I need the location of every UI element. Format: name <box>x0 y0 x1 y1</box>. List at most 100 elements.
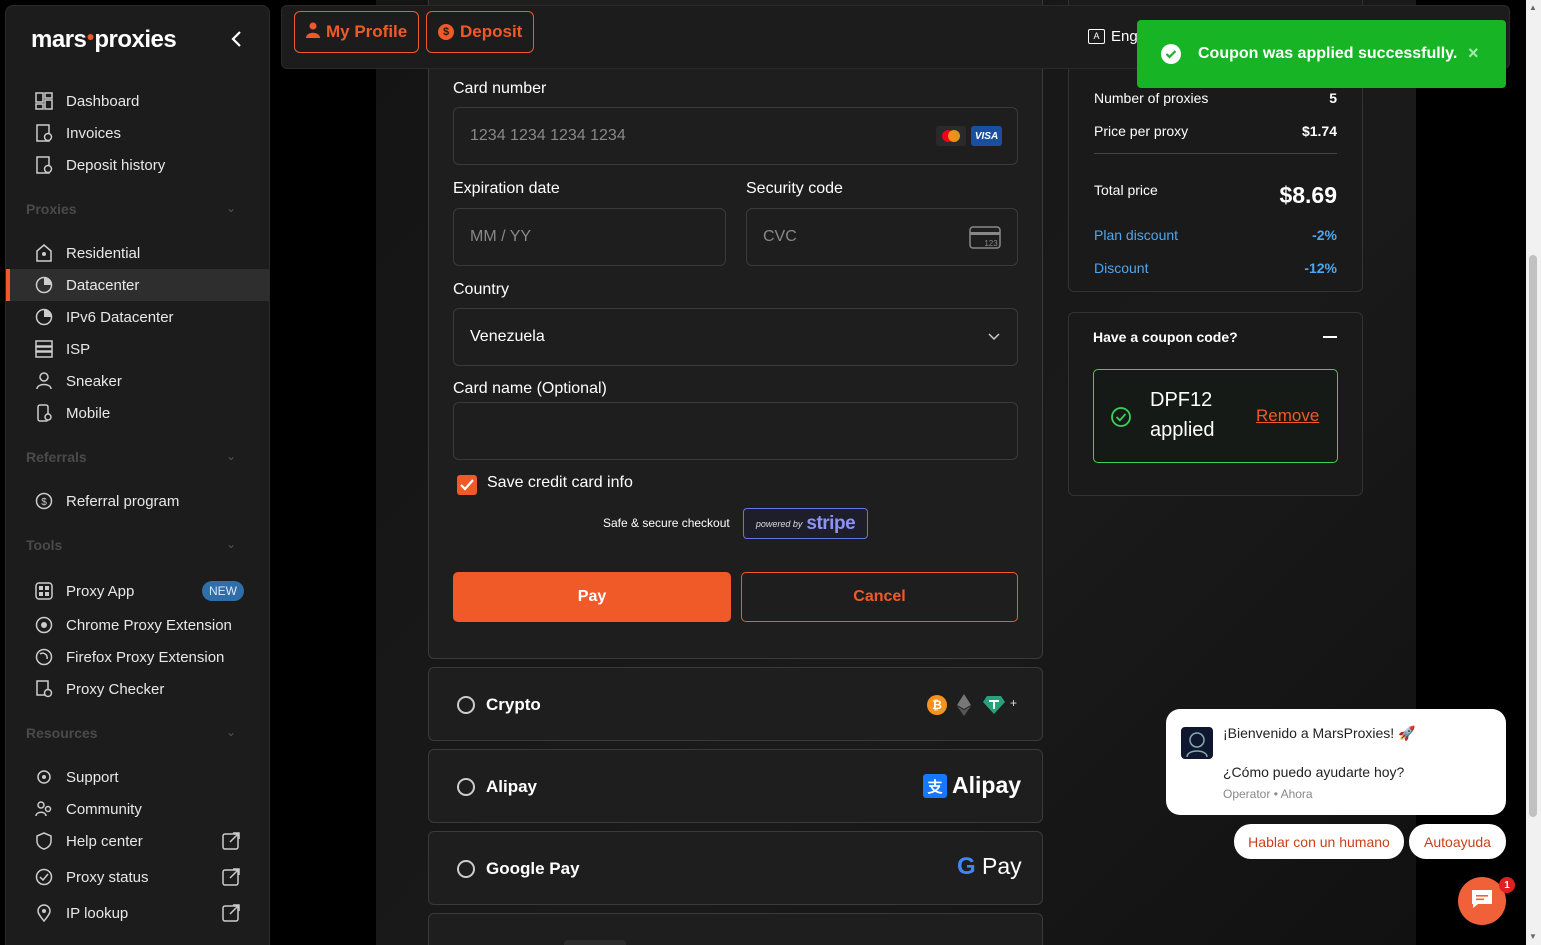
payment-method-google-pay[interactable]: Google Pay G Pay <box>428 831 1043 905</box>
expiration-input[interactable]: MM / YY <box>453 208 726 266</box>
sidebar-item-datacenter[interactable]: Datacenter <box>6 269 269 301</box>
cvc-input[interactable]: CVC 123 <box>746 208 1018 266</box>
total-price-row: Total price $8.69 <box>1094 182 1337 209</box>
sidebar-item-label: Residential <box>66 244 141 262</box>
external-link-icon <box>221 903 241 927</box>
save-card-label[interactable]: Save credit card info <box>487 474 633 492</box>
sidebar-item-dashboard[interactable]: Dashboard <box>6 85 269 117</box>
alipay-logo-text: Alipay <box>952 772 1022 798</box>
operator-avatar <box>1181 727 1213 759</box>
pay-button[interactable]: Pay <box>453 572 731 622</box>
sidebar-item-label: Deposit history <box>66 156 166 174</box>
sidebar-item-label: Datacenter <box>66 276 140 294</box>
logo-text-left: mars <box>31 26 87 53</box>
datacenter-icon <box>35 276 53 294</box>
sidebar-item-label: Proxy App <box>66 582 135 600</box>
deposit-label: Deposit <box>460 22 523 41</box>
chat-option-self-help[interactable]: Autoayuda <box>1409 824 1506 859</box>
cancel-button[interactable]: Cancel <box>741 572 1018 622</box>
sidebar-item-sneaker[interactable]: Sneaker <box>6 365 269 397</box>
chrome-icon <box>35 616 53 634</box>
deposit-button[interactable]: $ Deposit <box>426 11 535 53</box>
svg-text:$: $ <box>41 497 47 508</box>
new-badge: NEW <box>202 581 244 601</box>
sidebar-item-label: Referral program <box>66 492 180 510</box>
expiration-label: Expiration date <box>453 180 560 197</box>
coupon-code: DPF12 <box>1150 389 1213 411</box>
chat-unread-badge: 1 <box>1499 877 1515 893</box>
crypto-radio[interactable] <box>457 696 475 714</box>
sidebar-item-isp[interactable]: ISP <box>6 333 269 365</box>
chevron-left-icon[interactable] <box>230 30 246 50</box>
coupon-status: applied <box>1150 419 1215 441</box>
sidebar-item-chrome-extension[interactable]: Chrome Proxy Extension <box>6 609 269 641</box>
method-badge <box>564 940 626 945</box>
card-number-placeholder: 1234 1234 1234 1234 <box>470 127 626 144</box>
scrollbar-thumb[interactable] <box>1529 255 1537 817</box>
chevron-down-icon[interactable]: ⌄ <box>226 449 236 463</box>
payment-method-more[interactable] <box>428 913 1043 945</box>
sidebar-item-proxy-app[interactable]: Proxy App NEW <box>6 575 269 607</box>
page-root: mars●proxies Dashboard Invoices Deposit … <box>0 0 1541 945</box>
chevron-down-icon[interactable]: ⌄ <box>226 725 236 739</box>
google-pay-radio[interactable] <box>457 860 475 878</box>
sidebar-item-label: Community <box>66 800 142 818</box>
total-price-label: Total price <box>1094 182 1158 198</box>
external-link-icon <box>221 867 241 891</box>
section-resources[interactable]: Resources <box>26 725 98 741</box>
summary-divider <box>1094 153 1337 154</box>
card-name-input[interactable] <box>453 402 1018 460</box>
sidebar-item-label: IP lookup <box>66 904 129 922</box>
scroll-down-arrow[interactable]: ▼ <box>1529 932 1537 941</box>
sidebar-item-label: Mobile <box>66 404 111 422</box>
chevron-down-icon[interactable]: ⌄ <box>226 201 236 215</box>
powered-by-text: powered by <box>755 518 803 529</box>
sidebar-item-help-center[interactable]: Help center <box>6 825 269 857</box>
save-card-checkbox[interactable] <box>457 475 477 495</box>
google-pay-label: Google Pay <box>486 859 580 878</box>
section-tools[interactable]: Tools <box>26 537 62 553</box>
number-of-proxies-row: Number of proxies 5 <box>1094 90 1337 106</box>
sidebar-item-ip-lookup[interactable]: IP lookup <box>6 897 269 929</box>
scroll-up-arrow[interactable]: ▲ <box>1529 3 1537 12</box>
sidebar-item-referral-program[interactable]: $ Referral program <box>6 485 269 517</box>
chat-option-human[interactable]: Hablar con un humano <box>1234 824 1404 859</box>
alipay-label: Alipay <box>486 777 538 796</box>
sidebar-item-invoices[interactable]: Invoices <box>6 117 269 149</box>
sidebar-item-mobile[interactable]: Mobile <box>6 397 269 429</box>
ethereum-icon <box>957 694 971 721</box>
chevron-down-icon[interactable]: ⌄ <box>226 537 236 551</box>
dollar-icon: $ <box>438 24 454 40</box>
mastercard-icon <box>936 126 966 146</box>
stripe-logo: stripe <box>806 512 856 534</box>
logo[interactable]: mars●proxies <box>31 26 177 54</box>
sidebar-item-proxy-checker[interactable]: Proxy Checker <box>6 673 269 705</box>
sidebar-item-firefox-extension[interactable]: Firefox Proxy Extension <box>6 641 269 673</box>
language-label: Eng <box>1111 28 1138 45</box>
sidebar-item-residential[interactable]: Residential <box>6 237 269 269</box>
sidebar-item-label: Help center <box>66 832 143 850</box>
sidebar-item-proxy-status[interactable]: Proxy status <box>6 861 269 893</box>
sidebar-item-support[interactable]: Support <box>6 761 269 793</box>
sidebar-item-community[interactable]: Community <box>6 793 269 825</box>
payment-method-alipay[interactable]: Alipay 支 Alipay <box>428 749 1043 823</box>
deposit-history-icon <box>35 156 53 174</box>
minus-icon[interactable] <box>1323 336 1337 338</box>
country-select[interactable]: Venezuela <box>453 308 1018 366</box>
card-number-input[interactable]: 1234 1234 1234 1234 VISA <box>453 107 1018 165</box>
alipay-radio[interactable] <box>457 778 475 796</box>
my-profile-label: My Profile <box>326 22 408 41</box>
ipv6-icon <box>35 308 53 326</box>
close-icon[interactable]: × <box>1468 43 1479 64</box>
sidebar-item-label: Sneaker <box>66 372 122 390</box>
section-referrals[interactable]: Referrals <box>26 449 87 465</box>
remove-coupon-link[interactable]: Remove <box>1256 406 1319 426</box>
crypto-label: Crypto <box>486 695 541 714</box>
sidebar-item-ipv6[interactable]: IPv6 Datacenter <box>6 301 269 333</box>
language-selector[interactable]: A Eng <box>1088 28 1138 45</box>
sidebar-item-deposit-history[interactable]: Deposit history <box>6 149 269 181</box>
google-g-icon: G <box>957 853 976 880</box>
payment-method-crypto[interactable]: Crypto ₿ + <box>428 667 1043 741</box>
section-proxies[interactable]: Proxies <box>26 201 77 217</box>
my-profile-button[interactable]: My Profile <box>294 11 420 53</box>
